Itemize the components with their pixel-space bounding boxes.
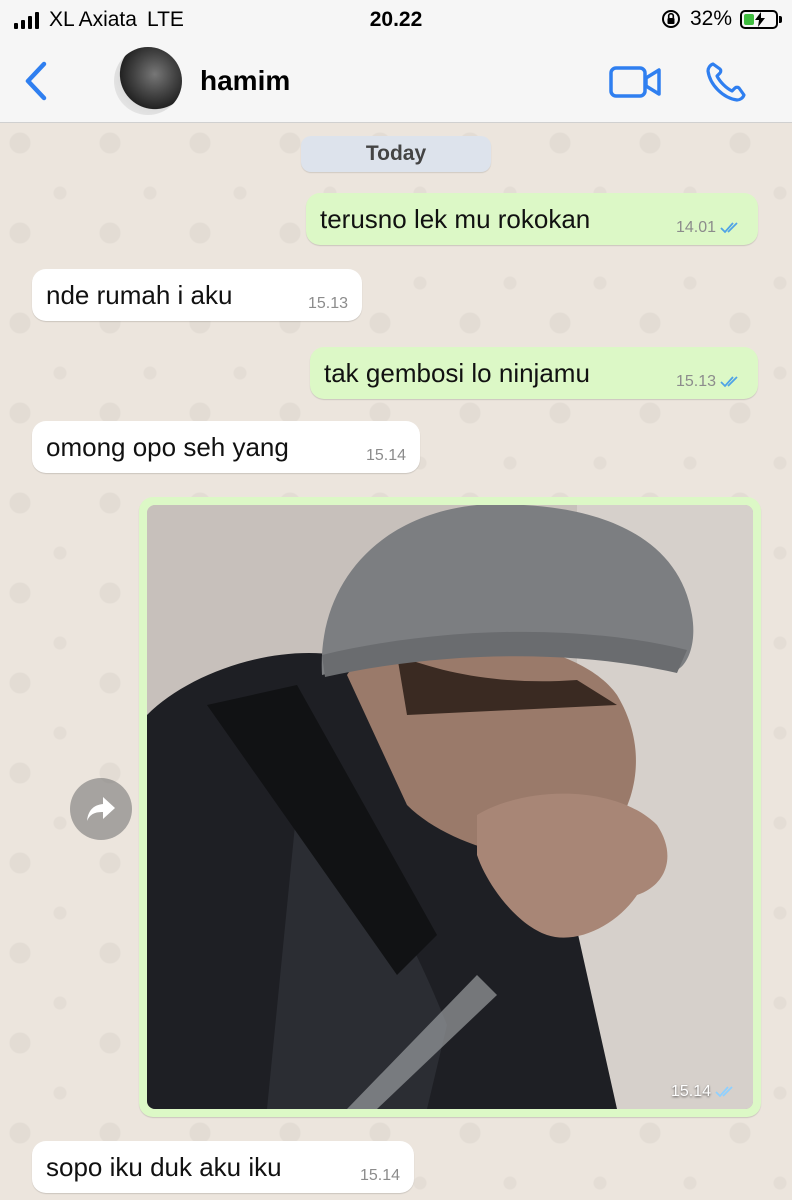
message-time: 15.14 bbox=[670, 1083, 711, 1100]
message-text: nde rumah i aku bbox=[46, 280, 233, 310]
double-check-icon bbox=[715, 1086, 733, 1098]
double-check-icon bbox=[720, 222, 738, 234]
message-meta: 15.13 bbox=[676, 373, 744, 391]
message-bubble-incoming[interactable]: nde rumah i aku 15.13 bbox=[32, 269, 362, 321]
message-meta: 14.01 bbox=[676, 219, 744, 237]
message-text: sopo iku duk aku iku bbox=[46, 1152, 282, 1182]
avatar[interactable] bbox=[114, 47, 182, 115]
battery-icon bbox=[740, 9, 782, 29]
message-meta: 15.14 bbox=[671, 1083, 739, 1101]
forward-button[interactable] bbox=[70, 778, 132, 840]
message-meta: 15.14 bbox=[366, 447, 406, 465]
charging-bolt-icon bbox=[755, 11, 765, 27]
date-separator: Today bbox=[301, 136, 491, 172]
chat-header: hamim bbox=[0, 40, 792, 123]
photo[interactable]: 15.14 bbox=[147, 505, 753, 1109]
forward-arrow-icon bbox=[87, 797, 115, 821]
message-time: 15.14 bbox=[359, 1167, 400, 1184]
video-camera-icon[interactable] bbox=[608, 62, 662, 102]
chat-area[interactable]: Today terusno lek mu rokokan 14.01 nde r… bbox=[0, 123, 792, 1200]
photo-content bbox=[147, 505, 753, 1109]
message-text: tak gembosi lo ninjamu bbox=[324, 358, 590, 388]
message-time: 15.14 bbox=[365, 447, 406, 464]
message-bubble-incoming[interactable]: omong opo seh yang 15.14 bbox=[32, 421, 420, 473]
chevron-left-icon[interactable] bbox=[18, 56, 58, 106]
double-check-icon bbox=[720, 376, 738, 388]
message-time: 14.01 bbox=[675, 219, 716, 236]
message-meta: 15.13 bbox=[308, 295, 348, 313]
message-bubble-outgoing[interactable]: terusno lek mu rokokan 14.01 bbox=[306, 193, 758, 245]
status-bar: XL Axiata LTE 20.22 32% bbox=[0, 0, 792, 40]
message-meta: 15.14 bbox=[360, 1167, 400, 1185]
battery-percent: 32% bbox=[689, 7, 732, 30]
message-bubble-outgoing[interactable]: tak gembosi lo ninjamu 15.13 bbox=[310, 347, 758, 399]
contact-name[interactable]: hamim bbox=[200, 65, 290, 97]
message-text: omong opo seh yang bbox=[46, 432, 289, 462]
status-bar-right: 32% bbox=[660, 7, 782, 31]
message-bubble-incoming[interactable]: sopo iku duk aku iku 15.14 bbox=[32, 1141, 414, 1193]
image-message[interactable]: 15.14 bbox=[139, 497, 761, 1117]
message-time: 15.13 bbox=[675, 373, 716, 390]
phone-icon[interactable] bbox=[704, 60, 748, 104]
rotation-lock-icon bbox=[661, 10, 680, 28]
message-time: 15.13 bbox=[307, 295, 348, 312]
message-text: terusno lek mu rokokan bbox=[320, 204, 591, 234]
